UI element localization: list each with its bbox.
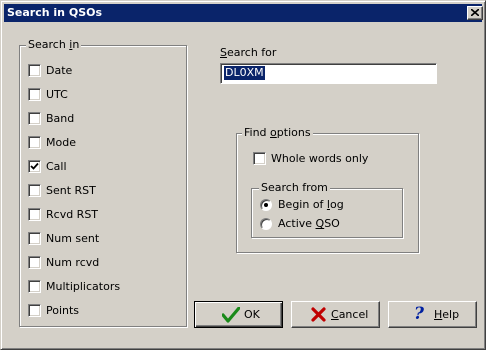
search-in-item-label: Mode: [46, 136, 76, 149]
search-in-item-label: Band: [46, 112, 75, 125]
checkmark-icon: [222, 307, 240, 323]
search-in-item-label: Points: [46, 304, 80, 317]
help-question-icon: ?: [414, 304, 424, 324]
search-in-checkbox[interactable]: [28, 208, 41, 221]
radio-begin-of-log-label: Begin of log: [278, 198, 344, 211]
cancel-label: Cancel: [331, 308, 369, 321]
radio-active-qso-button[interactable]: [260, 218, 272, 230]
search-in-checkbox[interactable]: [28, 304, 41, 317]
checkmark-icon: [30, 162, 39, 170]
search-in-checkbox[interactable]: [28, 112, 41, 125]
search-in-item-label: Sent RST: [46, 184, 96, 197]
whole-words-checkbox[interactable]: [253, 152, 266, 165]
help-label: Help: [434, 308, 460, 321]
search-in-item-label: Num rcvd: [46, 256, 100, 269]
search-in-checkbox[interactable]: [28, 136, 41, 149]
search-in-label: Search in: [26, 38, 82, 52]
search-in-checkbox[interactable]: [28, 64, 41, 77]
search-in-item-label: UTC: [46, 88, 68, 101]
search-from-label: Search from: [259, 181, 330, 195]
cancel-button[interactable]: Cancel: [291, 301, 380, 328]
radio-selected-dot: [264, 203, 268, 207]
radio-active-qso-label: Active QSO: [278, 217, 340, 230]
find-options-label: Find options: [242, 126, 313, 140]
search-in-item-label: Rcvd RST: [46, 208, 99, 221]
search-for-label: Search for: [220, 46, 277, 59]
search-in-checkbox[interactable]: [28, 160, 41, 173]
search-in-checkbox[interactable]: [28, 280, 41, 293]
search-in-checkbox[interactable]: [28, 232, 41, 245]
close-button[interactable]: [467, 6, 483, 20]
ok-label: OK: [244, 308, 260, 321]
ok-button[interactable]: OK: [194, 301, 283, 328]
radio-begin-of-log-button[interactable]: [260, 199, 272, 211]
search-for-value: DL0XM: [224, 66, 265, 80]
search-in-checkbox[interactable]: [28, 88, 41, 101]
whole-words-label: Whole words only: [271, 152, 369, 165]
search-in-item-label: Multiplicators: [46, 280, 121, 293]
cancel-x-icon: [311, 307, 326, 322]
dialog-window: Search in QSOs Search in Date UTC Band Mode…: [0, 0, 486, 350]
help-button[interactable]: ? Help: [388, 301, 477, 328]
search-in-item-label: Num sent: [46, 232, 100, 245]
window-title: Search in QSOs: [7, 6, 103, 19]
search-in-item-label: Call: [46, 160, 67, 173]
search-in-item-label: Date: [46, 64, 73, 77]
search-in-checkbox[interactable]: [28, 184, 41, 197]
search-for-input[interactable]: DL0XM: [220, 63, 437, 84]
title-bar[interactable]: Search in QSOs: [4, 4, 483, 22]
close-icon: [471, 9, 479, 16]
search-in-checkbox[interactable]: [28, 256, 41, 269]
